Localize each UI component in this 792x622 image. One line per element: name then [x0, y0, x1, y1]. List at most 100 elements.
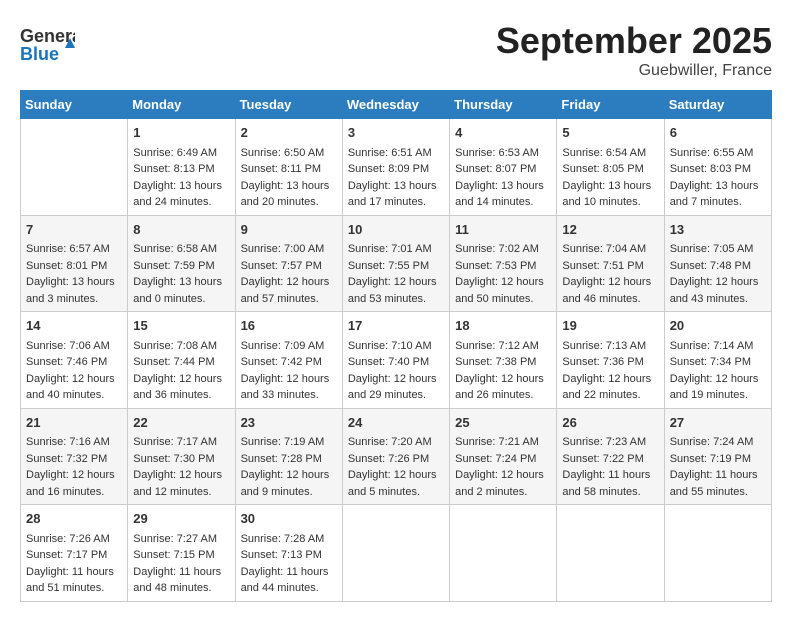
day-number: 29 — [133, 509, 229, 529]
day-info: Sunrise: 7:09 AM — [241, 338, 337, 355]
calendar-cell: 2Sunrise: 6:50 AMSunset: 8:11 PMDaylight… — [235, 119, 342, 216]
day-number: 24 — [348, 413, 444, 433]
calendar-cell: 20Sunrise: 7:14 AMSunset: 7:34 PMDayligh… — [664, 312, 771, 409]
day-info: and 58 minutes. — [562, 484, 658, 501]
day-info: Sunset: 7:26 PM — [348, 451, 444, 468]
day-info: Daylight: 11 hours — [133, 564, 229, 581]
calendar-week-row: 1Sunrise: 6:49 AMSunset: 8:13 PMDaylight… — [21, 119, 772, 216]
day-number: 11 — [455, 220, 551, 240]
day-info: Daylight: 12 hours — [455, 467, 551, 484]
day-info: Sunset: 7:53 PM — [455, 258, 551, 275]
day-info: Sunrise: 7:14 AM — [670, 338, 766, 355]
day-info: Sunset: 8:09 PM — [348, 161, 444, 178]
day-info: and 50 minutes. — [455, 291, 551, 308]
day-info: Daylight: 12 hours — [455, 274, 551, 291]
day-info: Sunrise: 7:13 AM — [562, 338, 658, 355]
calendar-cell: 29Sunrise: 7:27 AMSunset: 7:15 PMDayligh… — [128, 505, 235, 602]
day-info: and 10 minutes. — [562, 194, 658, 211]
calendar-cell: 7Sunrise: 6:57 AMSunset: 8:01 PMDaylight… — [21, 215, 128, 312]
day-number: 15 — [133, 316, 229, 336]
day-info: Sunrise: 7:10 AM — [348, 338, 444, 355]
calendar-cell: 13Sunrise: 7:05 AMSunset: 7:48 PMDayligh… — [664, 215, 771, 312]
day-info: Sunset: 7:40 PM — [348, 354, 444, 371]
day-info: Sunset: 8:13 PM — [133, 161, 229, 178]
day-number: 2 — [241, 123, 337, 143]
day-info: and 16 minutes. — [26, 484, 122, 501]
calendar-cell — [342, 505, 449, 602]
calendar-cell: 19Sunrise: 7:13 AMSunset: 7:36 PMDayligh… — [557, 312, 664, 409]
day-info: Daylight: 12 hours — [348, 371, 444, 388]
day-info: and 55 minutes. — [670, 484, 766, 501]
calendar-cell: 1Sunrise: 6:49 AMSunset: 8:13 PMDaylight… — [128, 119, 235, 216]
day-info: Sunset: 7:22 PM — [562, 451, 658, 468]
day-info: Daylight: 13 hours — [670, 178, 766, 195]
day-number: 13 — [670, 220, 766, 240]
calendar-cell — [21, 119, 128, 216]
calendar-cell: 8Sunrise: 6:58 AMSunset: 7:59 PMDaylight… — [128, 215, 235, 312]
weekday-header-saturday: Saturday — [664, 91, 771, 119]
day-info: Daylight: 12 hours — [562, 274, 658, 291]
day-info: Daylight: 13 hours — [241, 178, 337, 195]
day-info: Sunrise: 6:57 AM — [26, 241, 122, 258]
day-info: Sunset: 7:24 PM — [455, 451, 551, 468]
day-info: Daylight: 12 hours — [133, 467, 229, 484]
day-number: 6 — [670, 123, 766, 143]
calendar-cell: 15Sunrise: 7:08 AMSunset: 7:44 PMDayligh… — [128, 312, 235, 409]
day-info: Sunset: 8:05 PM — [562, 161, 658, 178]
calendar-cell: 6 Sunrise: 6:55 AMSunset: 8:03 PMDaylight… — [664, 119, 771, 216]
day-info: Daylight: 13 hours — [455, 178, 551, 195]
day-info: and 20 minutes. — [241, 194, 337, 211]
day-info: and 3 minutes. — [26, 291, 122, 308]
day-info: Daylight: 12 hours — [241, 467, 337, 484]
day-info: Daylight: 12 hours — [670, 371, 766, 388]
day-number: 19 — [562, 316, 658, 336]
weekday-header-thursday: Thursday — [450, 91, 557, 119]
day-info: Daylight: 12 hours — [26, 371, 122, 388]
logo-icon: General Blue — [20, 20, 75, 70]
calendar-week-row: 28Sunrise: 7:26 AMSunset: 7:17 PMDayligh… — [21, 505, 772, 602]
day-number: 5 — [562, 123, 658, 143]
day-info: Sunrise: 7:08 AM — [133, 338, 229, 355]
day-info: Daylight: 12 hours — [455, 371, 551, 388]
day-number: 28 — [26, 509, 122, 529]
day-info: and 29 minutes. — [348, 387, 444, 404]
day-number: 27 — [670, 413, 766, 433]
day-info: and 53 minutes. — [348, 291, 444, 308]
location: Guebwiller, France — [496, 62, 772, 80]
calendar-cell: 9Sunrise: 7:00 AMSunset: 7:57 PMDaylight… — [235, 215, 342, 312]
day-number: 3 — [348, 123, 444, 143]
day-info: and 9 minutes. — [241, 484, 337, 501]
day-number: 26 — [562, 413, 658, 433]
day-info: Daylight: 11 hours — [26, 564, 122, 581]
day-info: Sunrise: 7:02 AM — [455, 241, 551, 258]
calendar-cell: 3Sunrise: 6:51 AMSunset: 8:09 PMDaylight… — [342, 119, 449, 216]
day-info: Sunrise: 6:51 AM — [348, 145, 444, 162]
day-info: Sunrise: 6:55 AM — [670, 145, 766, 162]
day-info: and 7 minutes. — [670, 194, 766, 211]
day-info: Sunrise: 6:49 AM — [133, 145, 229, 162]
day-number: 4 — [455, 123, 551, 143]
day-info: Daylight: 12 hours — [26, 467, 122, 484]
day-info: and 40 minutes. — [26, 387, 122, 404]
calendar-week-row: 14Sunrise: 7:06 AMSunset: 7:46 PMDayligh… — [21, 312, 772, 409]
day-info: Sunset: 8:11 PM — [241, 161, 337, 178]
day-info: Sunrise: 7:01 AM — [348, 241, 444, 258]
header: General Blue September 2025 Guebwiller, … — [20, 20, 772, 80]
day-info: Sunset: 8:01 PM — [26, 258, 122, 275]
day-info: Sunrise: 7:23 AM — [562, 434, 658, 451]
day-info: and 48 minutes. — [133, 580, 229, 597]
calendar-cell: 17 Sunrise: 7:10 AMSunset: 7:40 PMDayligh… — [342, 312, 449, 409]
calendar-cell: 14Sunrise: 7:06 AMSunset: 7:46 PMDayligh… — [21, 312, 128, 409]
day-number: 8 — [133, 220, 229, 240]
day-info: Sunset: 7:17 PM — [26, 547, 122, 564]
day-number: 17 — [348, 316, 444, 336]
weekday-header-tuesday: Tuesday — [235, 91, 342, 119]
day-info: and 17 minutes. — [348, 194, 444, 211]
calendar-cell: 28Sunrise: 7:26 AMSunset: 7:17 PMDayligh… — [21, 505, 128, 602]
day-info: and 24 minutes. — [133, 194, 229, 211]
calendar-cell: 23Sunrise: 7:19 AMSunset: 7:28 PMDayligh… — [235, 408, 342, 505]
day-info: Sunset: 8:03 PM — [670, 161, 766, 178]
weekday-header-wednesday: Wednesday — [342, 91, 449, 119]
day-info: Sunrise: 7:27 AM — [133, 531, 229, 548]
day-info: and 0 minutes. — [133, 291, 229, 308]
